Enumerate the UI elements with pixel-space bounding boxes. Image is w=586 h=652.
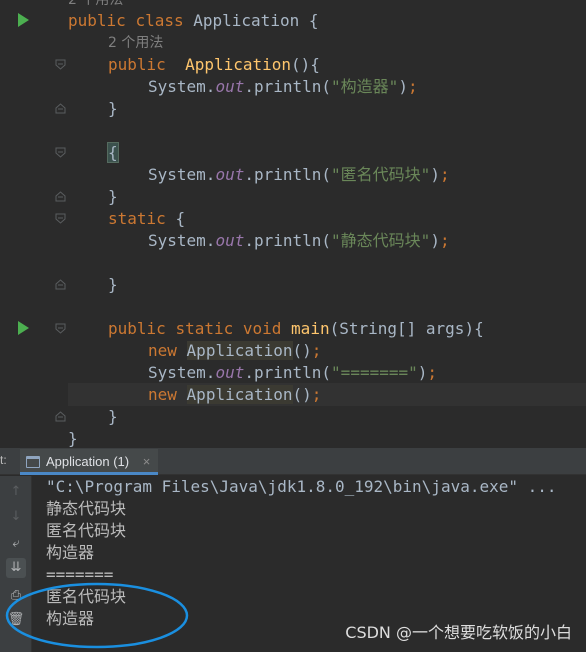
usage-hint[interactable]: 2 个用法 [108,32,163,54]
console-line: 匿名代码块 [46,587,127,606]
console-line: 构造器 [46,609,95,628]
code-line-class-declaration: public class Application { [68,11,319,30]
console-line-command: "C:\Program Files\Java\jdk1.8.0_192\bin\… [46,477,557,496]
code-line-println: System.out.println("静态代码块"); [148,231,450,250]
code-line-new: new Application(); [148,341,322,360]
code-line-new: new Application(); [148,385,322,404]
code-line-brace: } [108,187,118,206]
keyword-public: public [68,11,126,30]
run-toolbar: ↑ ↓ ⤶ ⇊ ⎙ 🗑 [0,476,32,652]
trash-icon[interactable]: 🗑 [6,610,26,630]
code-line-brace: } [108,99,118,118]
scroll-down-icon[interactable]: ↓ [6,507,26,527]
scroll-up-icon[interactable]: ↑ [6,482,26,502]
console-line: 匿名代码块 [46,521,127,540]
code-editor[interactable]: 2 个用法 public class Application { 2 个用法 p… [0,0,586,448]
keyword-public: public [108,55,166,74]
matched-brace: { [107,142,119,163]
fold-icon[interactable] [55,147,66,158]
tab-label: Application (1) [46,454,130,469]
tab-application-run[interactable]: Application (1) × [20,449,159,475]
scroll-to-end-icon[interactable]: ⇊ [6,558,26,578]
code-line-brace: } [108,407,118,426]
constructor-name: Application [185,55,292,74]
code-line-println: System.out.println("======="); [148,363,438,382]
method-name: main [291,319,330,338]
fold-end-icon[interactable] [55,191,66,202]
console-line: 构造器 [46,543,95,562]
class-name: Application [193,11,300,30]
code-line-brace: { [107,142,119,164]
print-icon[interactable]: ⎙ [6,586,26,606]
fold-icon[interactable] [55,59,66,70]
code-line-static-block: static { [108,209,186,228]
console-line: ======= [46,565,114,584]
keyword-class: class [135,11,184,30]
editor-gutter [0,0,68,448]
current-line-highlight [60,383,586,406]
keyword-static: static [108,209,166,228]
console-line: 静态代码块 [46,499,127,518]
watermark: CSDN @一个想要吃软饭的小白 [345,623,572,642]
code-line-println: System.out.println("匿名代码块"); [148,165,450,184]
tool-window-title: t: [0,453,7,467]
code-line-println: System.out.println("构造器"); [148,77,418,96]
run-tool-window: t: Application (1) × ↑ ↓ ⤶ ⇊ ⎙ 🗑 "C:\Pro… [0,448,586,652]
close-icon[interactable]: × [143,449,151,475]
fold-end-icon[interactable] [55,411,66,422]
run-tab-bar: t: Application (1) × [0,449,586,475]
run-class-icon[interactable] [18,13,29,27]
console-icon [26,456,40,468]
fold-icon[interactable] [55,213,66,224]
soft-wrap-icon[interactable]: ⤶ [6,534,26,554]
fold-icon[interactable] [55,323,66,334]
code-line-brace: } [68,429,78,448]
code-line-constructor: public Application(){ [108,55,320,74]
code-line-brace: } [108,275,118,294]
fold-end-icon[interactable] [55,279,66,290]
fold-end-icon[interactable] [55,103,66,114]
run-main-icon[interactable] [18,321,29,335]
code-line-main: public static void main(String[] args){ [108,319,484,338]
